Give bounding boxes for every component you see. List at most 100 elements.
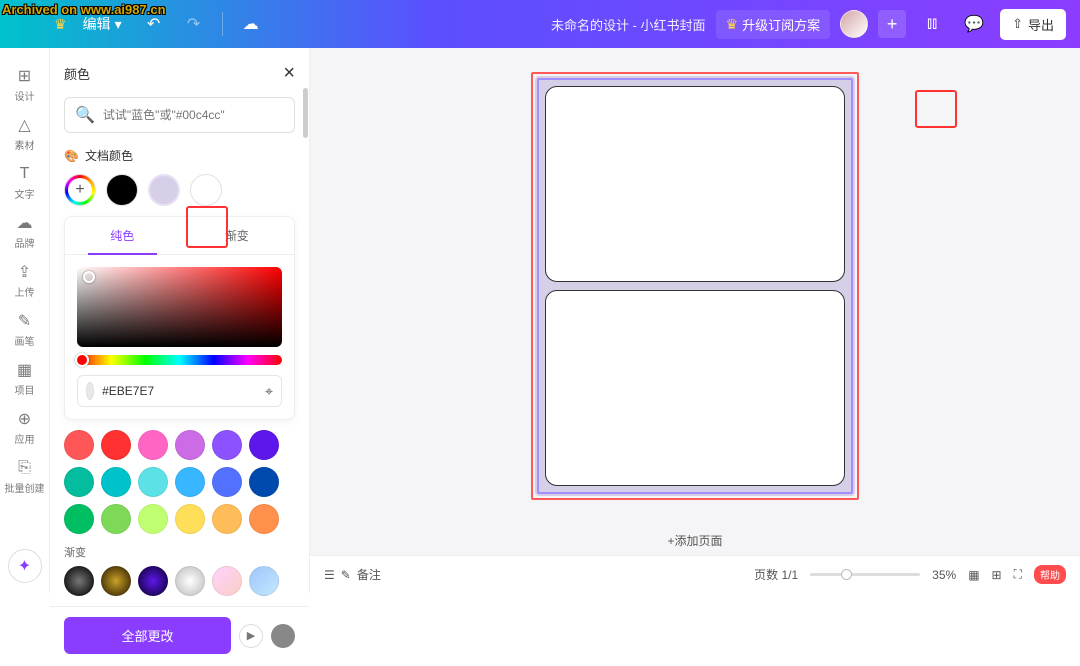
rail-item-批量创建[interactable]: ⎘批量创建 bbox=[3, 452, 47, 501]
rail-icon: ⎘ bbox=[15, 458, 35, 478]
rail-icon: ⊞ bbox=[15, 66, 35, 86]
color-swatch[interactable] bbox=[212, 430, 242, 460]
add-member-button[interactable]: + bbox=[878, 10, 906, 38]
export-label: 导出 bbox=[1028, 15, 1054, 34]
gradient-swatch[interactable] bbox=[175, 566, 205, 596]
zoom-slider[interactable] bbox=[810, 573, 920, 576]
redo-button[interactable]: ↷ bbox=[178, 8, 210, 40]
doc-color-white[interactable] bbox=[190, 174, 222, 206]
doc-color-black[interactable] bbox=[106, 174, 138, 206]
rail-icon: ⇪ bbox=[15, 262, 35, 282]
selection-inner bbox=[537, 78, 853, 494]
prev-button[interactable]: ▶ bbox=[239, 624, 263, 648]
color-search-input[interactable] bbox=[103, 108, 284, 122]
cloud-sync-icon[interactable]: ☁ bbox=[235, 8, 267, 40]
rail-label: 画笔 bbox=[15, 333, 35, 348]
color-swatch[interactable] bbox=[175, 504, 205, 534]
notes-button[interactable]: ☰✎备注 bbox=[324, 566, 381, 583]
avatar[interactable] bbox=[840, 10, 868, 38]
rail-icon: ⊕ bbox=[15, 409, 35, 429]
rail-item-素材[interactable]: △素材 bbox=[3, 109, 47, 158]
color-swatch[interactable] bbox=[212, 504, 242, 534]
hue-cursor[interactable] bbox=[75, 353, 89, 367]
rail-item-上传[interactable]: ⇪上传 bbox=[3, 256, 47, 305]
archive-watermark: Archived on www.ai987.cn bbox=[2, 2, 166, 17]
color-picker: 纯色 渐变 ⌖ bbox=[64, 216, 295, 420]
annotation-highlight-toolbar bbox=[915, 90, 957, 128]
default-colors bbox=[64, 430, 295, 534]
color-swatch[interactable] bbox=[64, 467, 94, 497]
color-panel: 颜色 × 🔍 🎨文档颜色 纯色 渐变 bbox=[50, 48, 310, 593]
fullscreen-icon[interactable]: ⛶ bbox=[1014, 567, 1022, 582]
rail-item-应用[interactable]: ⊕应用 bbox=[3, 403, 47, 452]
magic-button[interactable]: ✦ bbox=[8, 549, 42, 583]
color-swatch[interactable] bbox=[175, 467, 205, 497]
color-swatch[interactable] bbox=[249, 467, 279, 497]
rail-item-品牌[interactable]: ☁ 品牌 bbox=[3, 207, 47, 256]
color-swatch[interactable] bbox=[101, 504, 131, 534]
rail-item-设计[interactable]: ⊞设计 bbox=[3, 60, 47, 109]
next-button[interactable] bbox=[271, 624, 295, 648]
color-swatch[interactable] bbox=[64, 430, 94, 460]
rail-label: 品牌 bbox=[15, 235, 35, 250]
rail-icon: ✎ bbox=[15, 311, 35, 331]
color-swatch[interactable] bbox=[249, 504, 279, 534]
pencil-icon: ✎ bbox=[341, 568, 351, 582]
gradient-swatch[interactable] bbox=[64, 566, 94, 596]
rail-item-画笔[interactable]: ✎ 画笔 bbox=[3, 305, 47, 354]
help-badge[interactable]: 帮助 bbox=[1034, 565, 1066, 584]
rail-icon: T bbox=[15, 164, 35, 184]
saturation-value-box[interactable] bbox=[77, 267, 282, 347]
gradient-swatch[interactable] bbox=[138, 566, 168, 596]
view-list-icon[interactable]: ⊞ bbox=[992, 568, 1002, 582]
color-swatch[interactable] bbox=[249, 430, 279, 460]
rail-icon: ☁ bbox=[15, 213, 35, 233]
rail-item-文字[interactable]: T文字 bbox=[3, 158, 47, 207]
hex-input[interactable] bbox=[102, 384, 257, 398]
color-swatch[interactable] bbox=[138, 504, 168, 534]
gradient-swatch[interactable] bbox=[249, 566, 279, 596]
close-icon[interactable]: × bbox=[283, 62, 295, 85]
eyedropper-icon[interactable]: ⌖ bbox=[265, 383, 273, 400]
gradient-section-label: 渐变 bbox=[64, 544, 295, 560]
canvas-area: ↻ ◐动效 调整位置 ☰ 🔒 ⎘ 🗑 +添加页面 ☰✎备注 bbox=[310, 48, 1080, 593]
color-swatch[interactable] bbox=[101, 430, 131, 460]
page-canvas-wrapper[interactable] bbox=[535, 76, 855, 496]
add-page-button[interactable]: +添加页面 bbox=[310, 524, 1080, 555]
page-count[interactable]: 页数 1/1 bbox=[754, 566, 798, 583]
hue-slider[interactable] bbox=[77, 355, 282, 365]
sv-cursor[interactable] bbox=[83, 271, 95, 283]
export-icon: ⇧ bbox=[1012, 16, 1023, 32]
bottom-bar: ☰✎备注 页数 1/1 35% ▦ ⊞ ⛶ 帮助 bbox=[310, 555, 1080, 593]
rail-item-项目[interactable]: ▦项目 bbox=[3, 354, 47, 403]
color-swatch[interactable] bbox=[175, 430, 205, 460]
panel-scrollbar[interactable] bbox=[303, 88, 308, 138]
edit-label: 编辑 bbox=[83, 14, 111, 34]
color-swatch[interactable] bbox=[138, 467, 168, 497]
crown-icon: ♛ bbox=[54, 16, 67, 33]
gradient-swatch[interactable] bbox=[101, 566, 131, 596]
comment-icon[interactable]: 💬 bbox=[958, 8, 990, 40]
gradient-swatch[interactable] bbox=[212, 566, 242, 596]
upgrade-button[interactable]: ♛升级订阅方案 bbox=[716, 10, 831, 39]
zoom-value[interactable]: 35% bbox=[932, 568, 956, 582]
color-swatch[interactable] bbox=[101, 467, 131, 497]
doc-colors-label: 🎨文档颜色 bbox=[64, 147, 295, 164]
zoom-thumb[interactable] bbox=[841, 569, 852, 580]
design-title[interactable]: 未命名的设计 - 小红书封面 bbox=[551, 15, 706, 34]
tab-solid[interactable]: 纯色 bbox=[65, 217, 180, 254]
color-search[interactable]: 🔍 bbox=[64, 97, 295, 133]
color-swatch[interactable] bbox=[138, 430, 168, 460]
color-swatch[interactable] bbox=[212, 467, 242, 497]
analytics-icon[interactable]: ⫾⫾ bbox=[916, 8, 948, 40]
color-swatch[interactable] bbox=[64, 504, 94, 534]
add-color-swatch[interactable] bbox=[64, 174, 96, 206]
doc-color-selected[interactable] bbox=[148, 174, 180, 206]
panel-title: 颜色 bbox=[64, 64, 90, 83]
tab-gradient[interactable]: 渐变 bbox=[180, 217, 295, 254]
rail-label: 项目 bbox=[15, 382, 35, 397]
apply-all-button[interactable]: 全部更改 bbox=[64, 617, 231, 654]
crown-icon: ♛ bbox=[726, 16, 739, 33]
view-grid-icon[interactable]: ▦ bbox=[968, 568, 979, 582]
export-button[interactable]: ⇧ 导出 bbox=[1000, 9, 1066, 40]
